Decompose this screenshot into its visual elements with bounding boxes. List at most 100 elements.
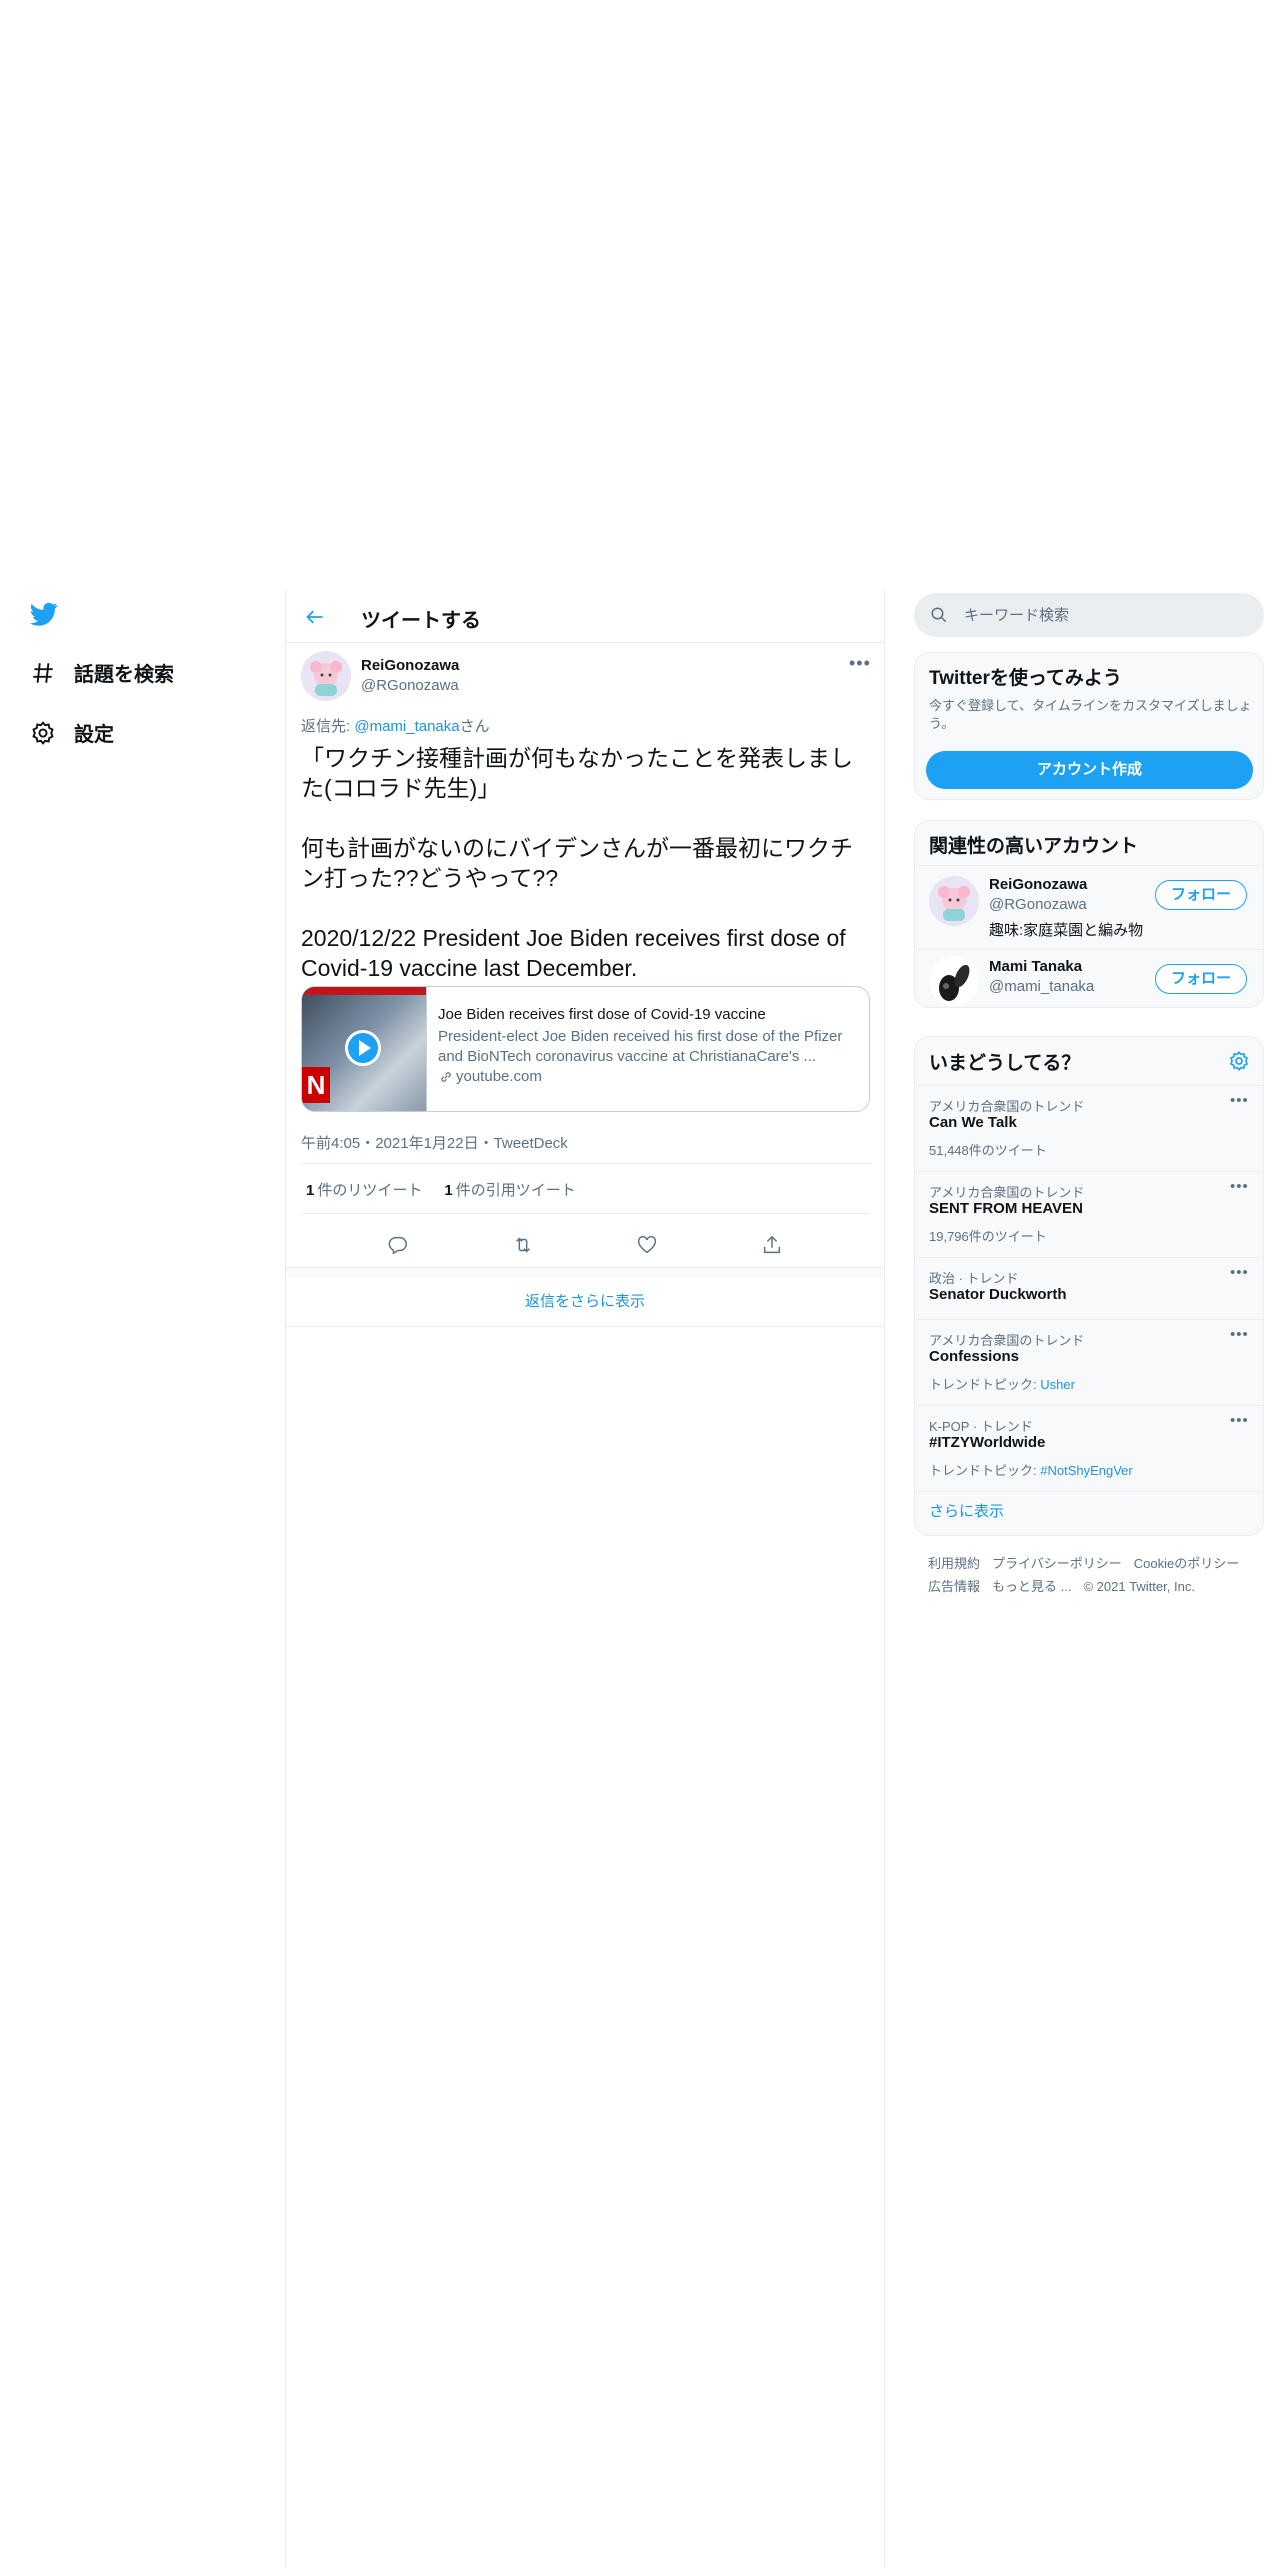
privacy-link[interactable]: プライバシーポリシー <box>992 1556 1122 1571</box>
reply-suffix: さん <box>459 718 490 735</box>
section-separator <box>286 1267 884 1277</box>
trend-context: アメリカ合衆国のトレンド <box>929 1185 1085 1200</box>
follow-suggestion[interactable]: Mami Tanaka @mami_tanaka フォロー <box>915 949 1263 1007</box>
signup-description: 今すぐ登録して、タイムラインをカスタマイズしましょう。 <box>929 698 1252 731</box>
more-options-icon[interactable]: ••• <box>849 653 871 674</box>
retweet-icon[interactable] <box>512 1234 534 1256</box>
trend-topic-label: トレンドトピック: <box>929 1377 1041 1392</box>
avatar[interactable] <box>929 876 979 926</box>
trend-item[interactable]: アメリカ合衆国のトレンド Can We Talk 51,448件のツイート ••… <box>915 1086 1263 1172</box>
nav-settings[interactable]: 設定 <box>30 718 114 747</box>
reply-prefix: 返信先: <box>301 718 355 735</box>
more-options-icon[interactable]: ••• <box>1230 1412 1249 1429</box>
quotes-count: 1 <box>444 1182 453 1199</box>
trend-item[interactable]: K-POP · トレンド #ITZYWorldwide トレンドトピック: #N… <box>915 1406 1263 1492</box>
show-more-replies-link[interactable]: 返信をさらに表示 <box>286 1277 884 1327</box>
card-domain-text: youtube.com <box>456 1068 542 1085</box>
trend-topic: トレンドトピック: #NotShyEngVer <box>929 1460 1133 1479</box>
search-input[interactable] <box>964 606 1244 624</box>
link-card[interactable]: N Joe Biden receives first dose of Covid… <box>301 986 870 1112</box>
gear-icon <box>32 720 54 745</box>
suggestion-handle: @mami_tanaka <box>989 978 1095 995</box>
divider <box>301 1163 870 1164</box>
play-icon[interactable] <box>345 1030 381 1066</box>
avatar[interactable] <box>301 651 351 701</box>
more-options-icon[interactable]: ••• <box>1230 1178 1249 1195</box>
tweet-actions <box>286 1222 884 1268</box>
footer: 利用規約 プライバシーポリシー Cookieのポリシー 広告情報 もっと見る ... ©… <box>928 1552 1258 1598</box>
suggestion-name[interactable]: Mami Tanaka <box>989 958 1082 975</box>
copyright: © 2021 Twitter, Inc. <box>1083 1579 1195 1594</box>
ads-link[interactable]: 広告情報 <box>928 1579 980 1594</box>
signup-panel: Twitterを使ってみよう 今すぐ登録して、タイムラインをカスタマイズしましょ… <box>914 652 1264 800</box>
trend-topic-link[interactable]: #NotShyEngVer <box>1040 1463 1133 1478</box>
trend-item[interactable]: 政治 · トレンド Senator Duckworth ••• <box>915 1258 1263 1320</box>
main-column: ツイートする ReiGonozawa @RGonozawa ••• 返信先: @… <box>285 590 885 2568</box>
gear-icon[interactable] <box>1228 1050 1250 1072</box>
card-description: President-elect Joe Biden received his f… <box>438 1028 843 1065</box>
link-icon <box>441 1071 451 1082</box>
nav-explore[interactable]: 話題を検索 <box>30 658 174 687</box>
trend-item[interactable]: アメリカ合衆国のトレンド Confessions トレンドトピック: Usher… <box>915 1320 1263 1406</box>
trend-name: Can We Talk <box>929 1114 1017 1131</box>
follow-suggestion[interactable]: ReiGonozawa @RGonozawa 趣味:家庭菜園と編み物 フォロー <box>915 865 1263 949</box>
share-icon[interactable] <box>761 1234 783 1256</box>
nav-explore-label: 話題を検索 <box>74 664 174 686</box>
more-options-icon[interactable]: ••• <box>1230 1264 1249 1281</box>
more-link[interactable]: もっと見る ... <box>992 1579 1071 1594</box>
follow-button[interactable]: フォロー <box>1155 964 1247 994</box>
trend-context: 政治 · トレンド <box>929 1271 1019 1286</box>
trend-context: アメリカ合衆国のトレンド <box>929 1099 1085 1114</box>
reply-mention-link[interactable]: @mami_tanaka <box>354 718 459 735</box>
retweets-label: 件のリツイート <box>317 1182 423 1199</box>
trend-name: SENT FROM HEAVEN <box>929 1200 1083 1217</box>
reply-icon[interactable] <box>387 1234 409 1256</box>
retweets-stat[interactable]: 1 件のリツイート <box>306 1179 422 1200</box>
trend-tweet-count: 51,448件のツイート <box>929 1143 1047 1158</box>
card-domain: youtube.com <box>438 1068 857 1085</box>
card-thumbnail: N <box>302 987 427 1111</box>
page-header: ツイートする <box>286 590 884 643</box>
heart-icon[interactable] <box>636 1234 658 1256</box>
tweet-timestamp[interactable]: 午前4:05・2021年1月22日・TweetDeck <box>301 1132 568 1153</box>
cookies-link[interactable]: Cookieのポリシー <box>1134 1556 1239 1571</box>
follow-button[interactable]: フォロー <box>1155 880 1247 910</box>
reply-to: 返信先: @mami_tanakaさん <box>301 715 490 736</box>
terms-link[interactable]: 利用規約 <box>928 1556 980 1571</box>
trend-context: K-POP · トレンド <box>929 1419 1033 1434</box>
trend-tweet-count: 19,796件のツイート <box>929 1229 1047 1244</box>
trends-show-more-link[interactable]: さらに表示 <box>929 1500 1004 1521</box>
quotes-stat[interactable]: 1 件の引用ツイート <box>444 1179 575 1200</box>
search-bar[interactable] <box>914 593 1264 637</box>
more-options-icon[interactable]: ••• <box>1230 1092 1249 1109</box>
trend-topic-link[interactable]: Usher <box>1040 1377 1075 1392</box>
suggestion-bio: 趣味:家庭菜園と編み物 <box>989 922 1144 939</box>
who-to-follow-title: 関連性の高いアカウント <box>929 836 1139 857</box>
hashtag-icon <box>33 662 53 683</box>
quotes-label: 件の引用ツイート <box>455 1182 576 1199</box>
author-name[interactable]: ReiGonozawa <box>361 657 459 674</box>
who-to-follow-panel: 関連性の高いアカウント ReiGonozawa @RGonozawa 趣味:家庭… <box>914 820 1264 1008</box>
back-arrow-icon <box>306 610 323 624</box>
create-account-button[interactable]: アカウント作成 <box>926 751 1253 789</box>
suggestion-name[interactable]: ReiGonozawa <box>989 876 1087 893</box>
trend-item[interactable]: アメリカ合衆国のトレンド SENT FROM HEAVEN 19,796件のツイ… <box>915 1172 1263 1258</box>
trend-name: #ITZYWorldwide <box>929 1434 1046 1451</box>
more-options-icon[interactable]: ••• <box>1230 1326 1249 1343</box>
signup-title: Twitterを使ってみよう <box>929 668 1122 689</box>
trend-name: Senator Duckworth <box>929 1286 1067 1303</box>
avatar[interactable] <box>929 956 979 1006</box>
back-button[interactable] <box>300 602 330 632</box>
trends-panel: いまどうしてる？ アメリカ合衆国のトレンド Can We Talk 51,448… <box>914 1036 1264 1536</box>
trend-topic-label: トレンドトピック: <box>929 1463 1041 1478</box>
divider <box>301 1213 870 1214</box>
page-title: ツイートする <box>361 610 481 632</box>
card-title: Joe Biden receives first dose of Covid-1… <box>438 1006 766 1023</box>
trend-topic: トレンドトピック: Usher <box>929 1374 1075 1393</box>
nav-settings-label: 設定 <box>74 724 114 746</box>
suggestion-handle: @RGonozawa <box>989 896 1087 913</box>
author-handle[interactable]: @RGonozawa <box>361 677 459 694</box>
twitter-bird-icon[interactable] <box>28 600 60 628</box>
search-icon <box>931 607 947 623</box>
trend-context: アメリカ合衆国のトレンド <box>929 1333 1085 1348</box>
